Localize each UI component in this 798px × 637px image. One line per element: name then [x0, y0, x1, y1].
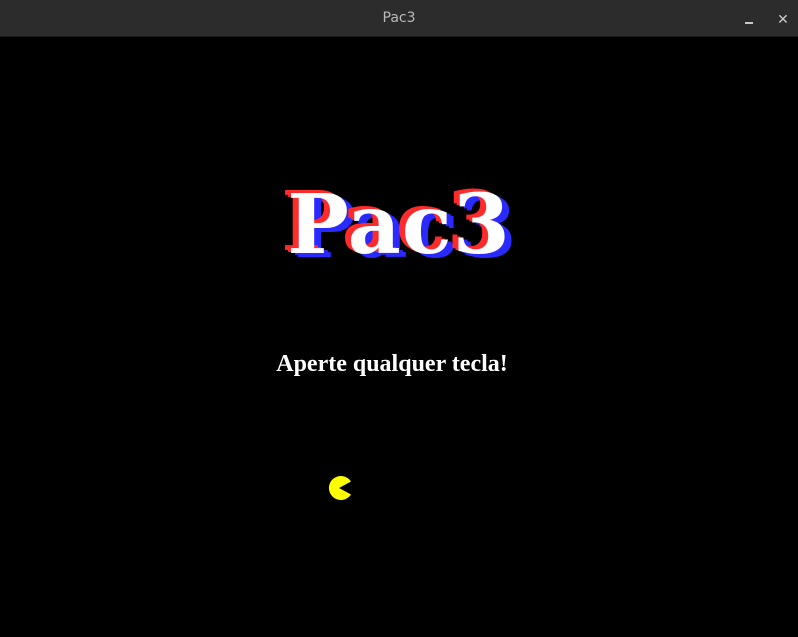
close-icon: ✕ [777, 12, 789, 28]
window-title: Pac3 [382, 10, 416, 26]
game-canvas[interactable]: Pac3 Aperte qualquer tecla! [0, 38, 798, 637]
title-bar[interactable]: Pac3 ✕ [0, 0, 798, 37]
minimize-icon [745, 22, 753, 24]
game-window: Pac3 ✕ Pac3 Aperte qualquer tecla! [0, 0, 798, 637]
pacman-icon [328, 476, 351, 500]
press-any-key-prompt: Aperte qualquer tecla! [276, 351, 508, 377]
game-logo: Pac3 [287, 177, 511, 273]
pacman-body [328, 476, 351, 500]
close-button[interactable]: ✕ [773, 9, 793, 29]
minimize-button[interactable] [739, 9, 759, 29]
